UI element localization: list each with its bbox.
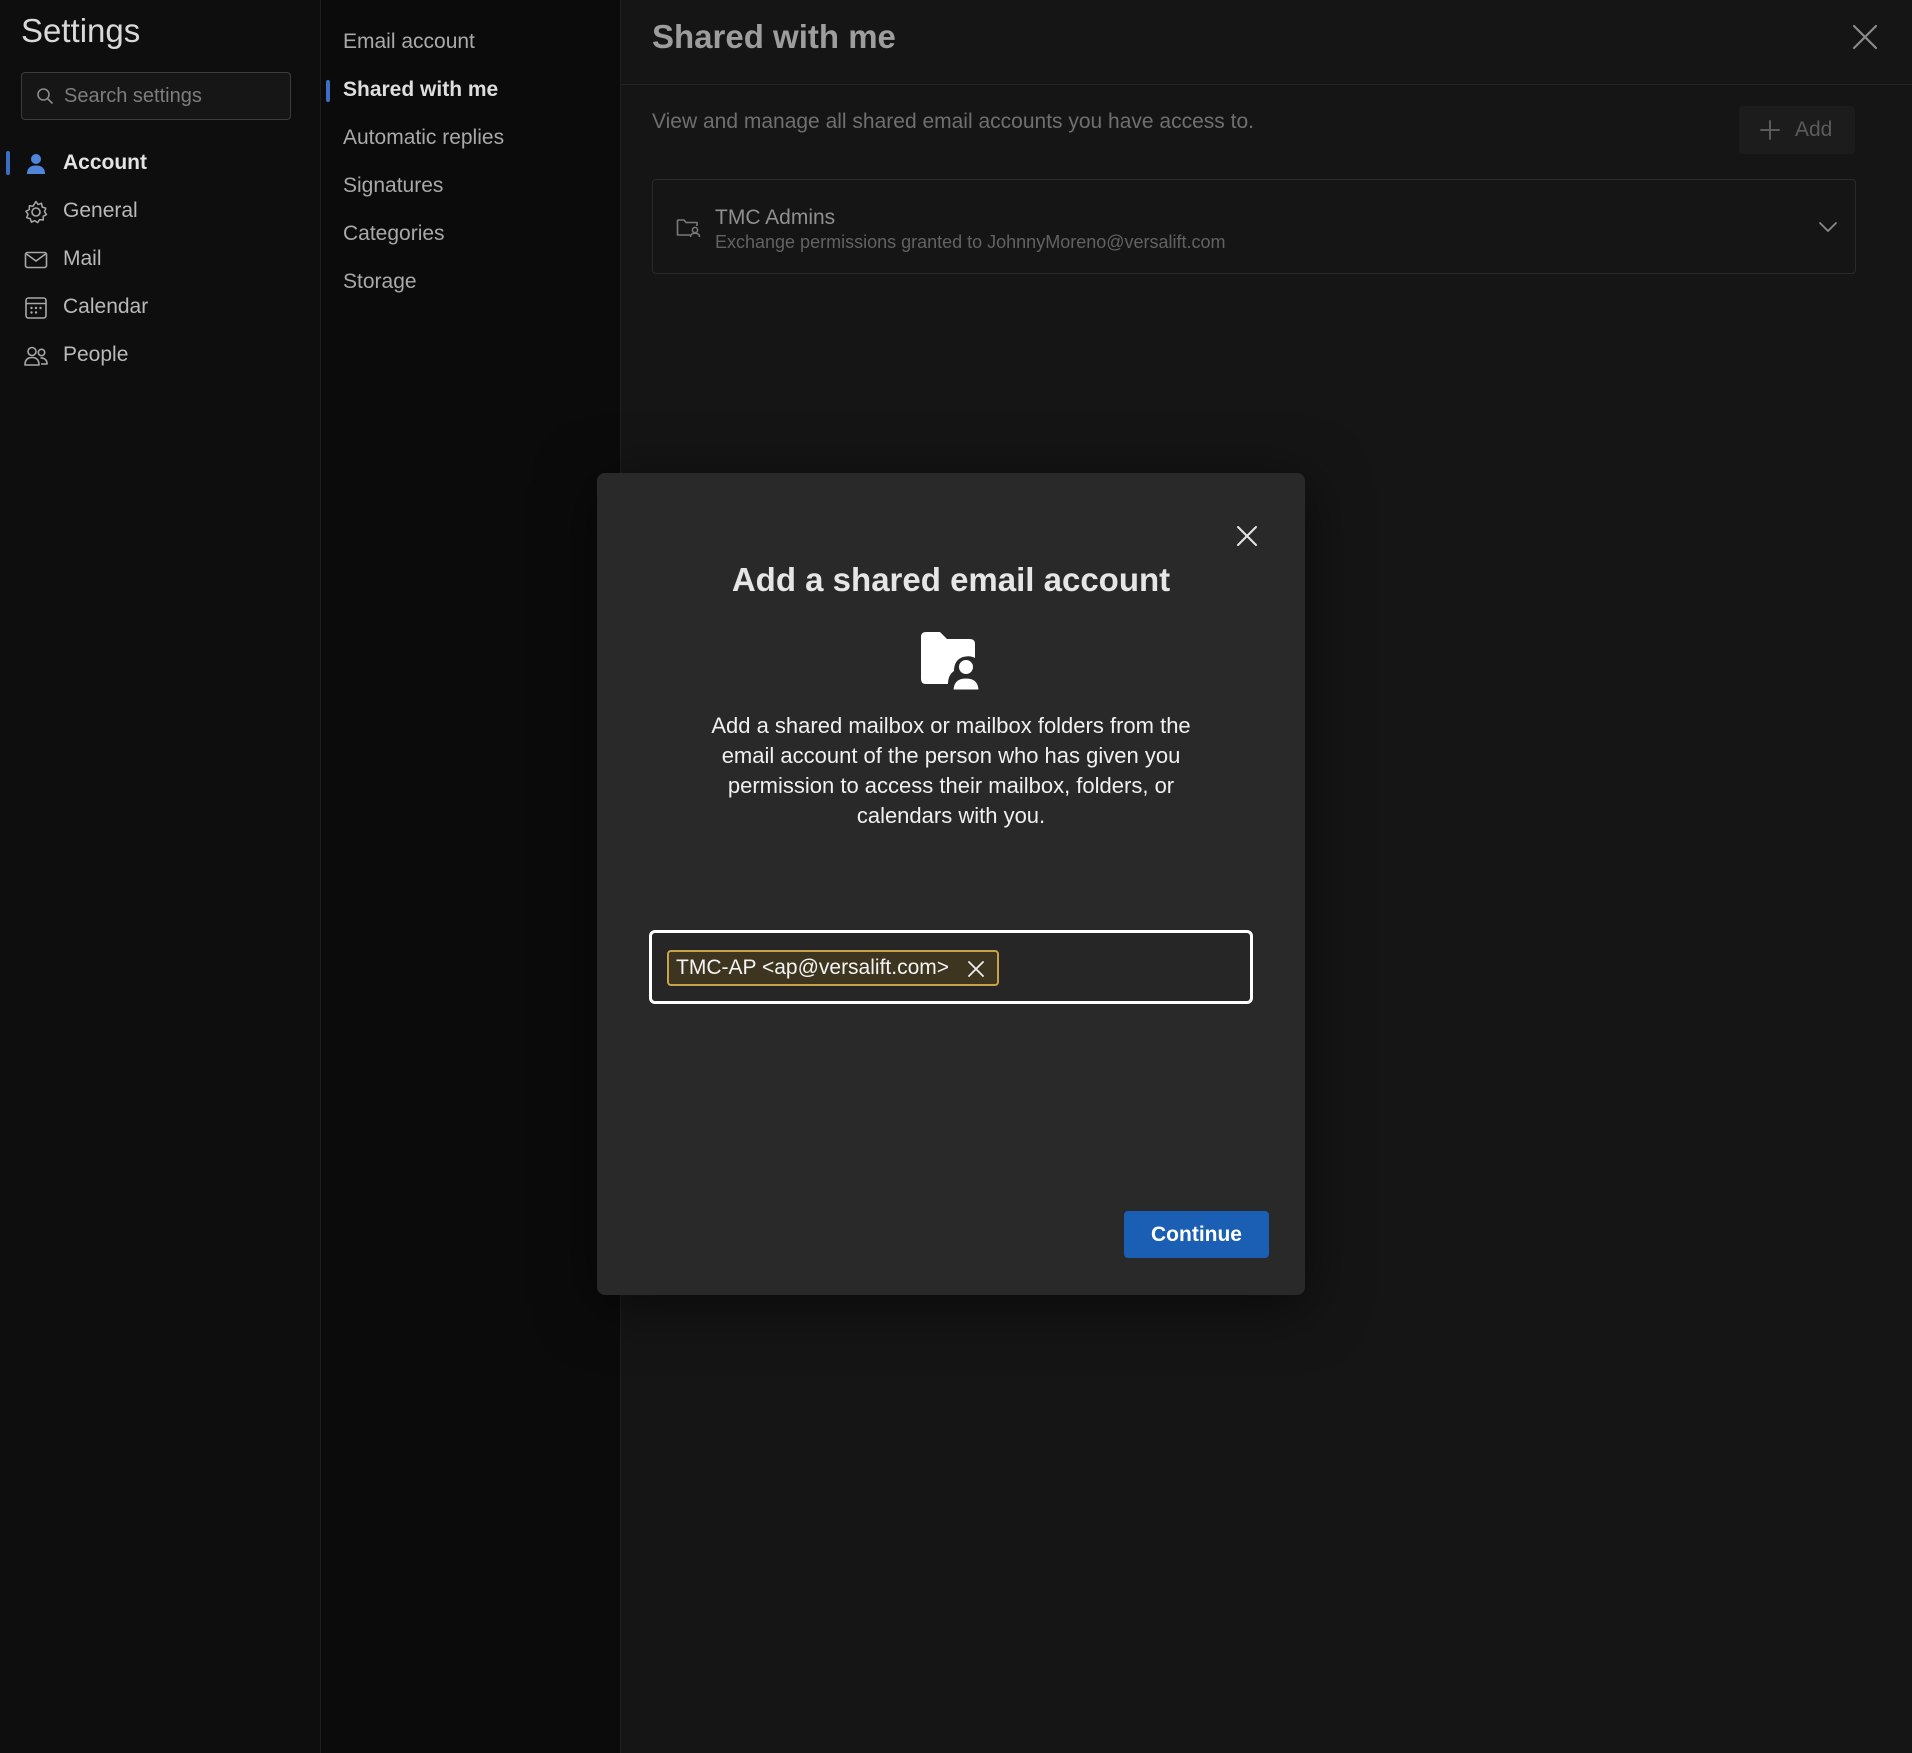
nav-label-account: Account (63, 151, 147, 174)
close-icon[interactable] (967, 960, 985, 978)
chevron-down-icon[interactable] (1817, 216, 1839, 238)
main-header: Shared with me (621, 0, 1912, 85)
mail-icon (24, 251, 48, 269)
nav-item-account[interactable]: Account (0, 139, 320, 187)
account-permissions: Exchange permissions granted to JohnnyMo… (715, 232, 1226, 252)
dialog-title: Add a shared email account (731, 561, 1171, 598)
account-name: TMC Admins (715, 206, 836, 229)
subnav-item-storage[interactable]: Storage (343, 270, 417, 294)
subnav-item-shared-with-me[interactable]: Shared with me (343, 78, 498, 102)
calendar-icon (25, 297, 47, 319)
nav-label-general: General (63, 199, 138, 222)
shared-folder-icon (676, 219, 701, 238)
page-description: View and manage all shared email account… (652, 110, 1254, 133)
search-icon (37, 88, 53, 104)
recipient-chip[interactable]: TMC-AP <ap@versalift.com> (667, 950, 1000, 986)
settings-nav: Settings Account General Mail (0, 0, 320, 1753)
active-indicator (326, 80, 330, 102)
people-icon (24, 346, 48, 366)
continue-button[interactable]: Continue (1124, 1211, 1269, 1258)
dialog-description: Add a shared mailbox or mailbox folders … (711, 713, 1191, 828)
subnav-item-email-account[interactable]: Email account (343, 30, 475, 54)
close-icon[interactable] (1234, 523, 1260, 549)
shared-account-card[interactable]: TMC Admins Exchange permissions granted … (652, 179, 1856, 274)
page-title: Shared with me (652, 18, 896, 55)
add-button-label: Add (1795, 118, 1833, 141)
shared-account-input[interactable]: TMC-AP <ap@versalift.com> (649, 930, 1253, 1004)
subnav-item-automatic-replies[interactable]: Automatic replies (343, 126, 504, 150)
close-icon[interactable] (1848, 20, 1882, 54)
plus-icon (1760, 120, 1780, 140)
nav-item-calendar[interactable]: Calendar (0, 283, 320, 331)
account-subnav: Email account Shared with me Automatic r… (320, 0, 620, 1753)
settings-title: Settings (21, 12, 141, 49)
nav-label-mail: Mail (63, 247, 102, 270)
active-indicator (6, 151, 10, 175)
add-button[interactable]: Add (1739, 106, 1855, 154)
gear-icon (25, 200, 48, 224)
person-icon (27, 154, 45, 174)
search-input[interactable] (64, 73, 284, 119)
nav-label-people: People (63, 343, 129, 366)
nav-item-general[interactable]: General (0, 187, 320, 235)
shared-folder-icon (921, 632, 982, 693)
recipient-chip-label: TMC-AP <ap@versalift.com> (676, 956, 950, 979)
nav-item-mail[interactable]: Mail (0, 235, 320, 283)
add-shared-account-dialog: Add a shared email account Add a shared … (597, 473, 1305, 1295)
nav-item-people[interactable]: People (0, 331, 320, 379)
search-box[interactable] (21, 72, 291, 120)
subnav-item-signatures[interactable]: Signatures (343, 174, 443, 198)
nav-label-calendar: Calendar (63, 295, 149, 318)
subnav-item-categories[interactable]: Categories (343, 222, 445, 246)
